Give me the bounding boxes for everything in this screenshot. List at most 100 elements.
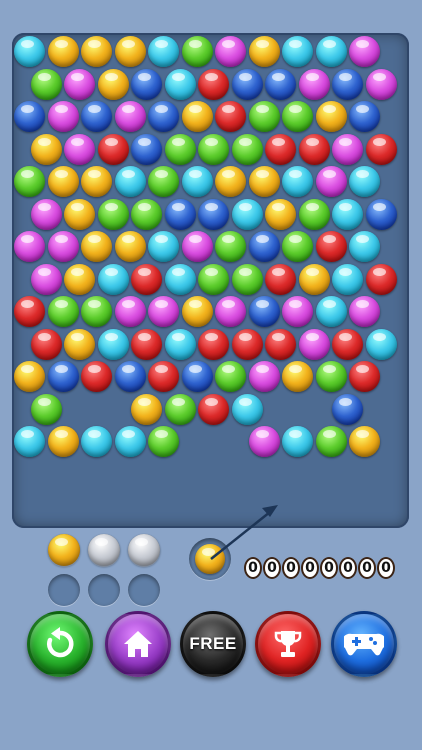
bubble-green (164, 133, 196, 165)
bubble-magenta (47, 231, 79, 262)
bubble-cyan (365, 328, 397, 360)
bubble-green (81, 296, 112, 327)
bubble-magenta (215, 296, 246, 327)
bubble-cyan (282, 36, 313, 67)
bubble-red (365, 263, 397, 295)
bubble-yellow (248, 36, 280, 67)
bubble-magenta (215, 36, 246, 67)
free-button[interactable]: FREE (180, 611, 246, 677)
bubble-red (265, 328, 297, 360)
bubble-green (298, 198, 330, 230)
free-button-label: FREE (189, 634, 237, 653)
bubble-red (198, 328, 230, 360)
bubble-yellow (97, 68, 129, 100)
bubble-cyan (231, 393, 263, 425)
bubble-cyan (148, 231, 179, 262)
bubble-magenta (349, 36, 380, 67)
control-bar: FREE (0, 611, 422, 681)
bubble-red (231, 328, 263, 360)
bubble-cyan (14, 36, 45, 67)
bubble-red (215, 101, 246, 132)
bubble-cyan (231, 198, 263, 230)
bubble-green (282, 231, 313, 262)
bubble-cyan (164, 68, 196, 100)
bubble-green (131, 198, 163, 230)
bubble-magenta (14, 231, 45, 262)
bubble-magenta (30, 198, 62, 230)
gamepad-icon (344, 631, 384, 657)
bubble-green (282, 101, 313, 132)
bubble-magenta (114, 101, 146, 132)
bubble-launcher[interactable] (189, 538, 231, 580)
score-digit: 0 (244, 557, 262, 579)
bubble-red (265, 133, 297, 165)
bubble-yellow (47, 36, 79, 67)
bubble-red (14, 296, 45, 327)
bubble-yellow (349, 426, 380, 457)
current-bubble-yellow (195, 544, 225, 574)
bubble-blue (332, 393, 364, 425)
bubble-green (148, 166, 179, 197)
bubble-magenta (181, 231, 213, 262)
games-button[interactable] (331, 611, 397, 677)
bubble-green (215, 361, 246, 392)
bubble-cyan (81, 426, 112, 457)
score-digit: 0 (358, 557, 376, 579)
bubble-yellow (114, 231, 146, 262)
restart-button[interactable] (27, 611, 93, 677)
bubble-cyan (349, 231, 380, 262)
queue-slot (128, 574, 160, 606)
bubble-green (181, 36, 213, 67)
bubble-magenta (365, 68, 397, 100)
bubble-red (81, 361, 112, 392)
trophy-button[interactable] (255, 611, 321, 677)
bubble-red (349, 361, 380, 392)
score-digit: 0 (320, 557, 338, 579)
bubble-cyan (14, 426, 45, 457)
score-digit: 0 (301, 557, 319, 579)
bubble-yellow (181, 296, 213, 327)
restart-icon (43, 627, 77, 661)
bubble-yellow (81, 36, 112, 67)
queue-slot (48, 534, 80, 566)
bubble-red (298, 133, 330, 165)
bubble-yellow (131, 393, 163, 425)
bubble-magenta (30, 263, 62, 295)
bubble-blue (248, 231, 280, 262)
bubble-blue (148, 101, 179, 132)
bubble-yellow (181, 101, 213, 132)
bubble-blue (14, 101, 45, 132)
queue-slot (88, 534, 120, 566)
bubble-yellow (282, 361, 313, 392)
queue-slot (48, 574, 80, 606)
bubble-red (315, 231, 347, 262)
home-icon (122, 628, 154, 660)
bubble-cyan (114, 426, 146, 457)
bubble-cyan (282, 426, 313, 457)
score-digit: 0 (282, 557, 300, 579)
bubble-queue-tray (44, 531, 164, 611)
bubble-red (131, 263, 163, 295)
bubble-blue (265, 68, 297, 100)
queued-bubble-yellow (48, 534, 80, 566)
queue-slot (128, 534, 160, 566)
bubble-cyan (97, 263, 129, 295)
home-button[interactable] (105, 611, 171, 677)
bubble-cyan (315, 36, 347, 67)
score-digit: 0 (339, 557, 357, 579)
bubble-green (231, 263, 263, 295)
bubble-green (148, 426, 179, 457)
bubble-green (198, 133, 230, 165)
trophy-icon (273, 628, 303, 660)
queue-slot (88, 574, 120, 606)
bubble-yellow (81, 231, 112, 262)
bubble-magenta (349, 296, 380, 327)
game-board[interactable] (12, 33, 409, 528)
bubble-yellow (64, 328, 96, 360)
bubble-magenta (332, 133, 364, 165)
bubble-blue (332, 68, 364, 100)
bubble-blue (114, 361, 146, 392)
bubble-cyan (97, 328, 129, 360)
bubble-cyan (282, 166, 313, 197)
bubble-blue (81, 101, 112, 132)
